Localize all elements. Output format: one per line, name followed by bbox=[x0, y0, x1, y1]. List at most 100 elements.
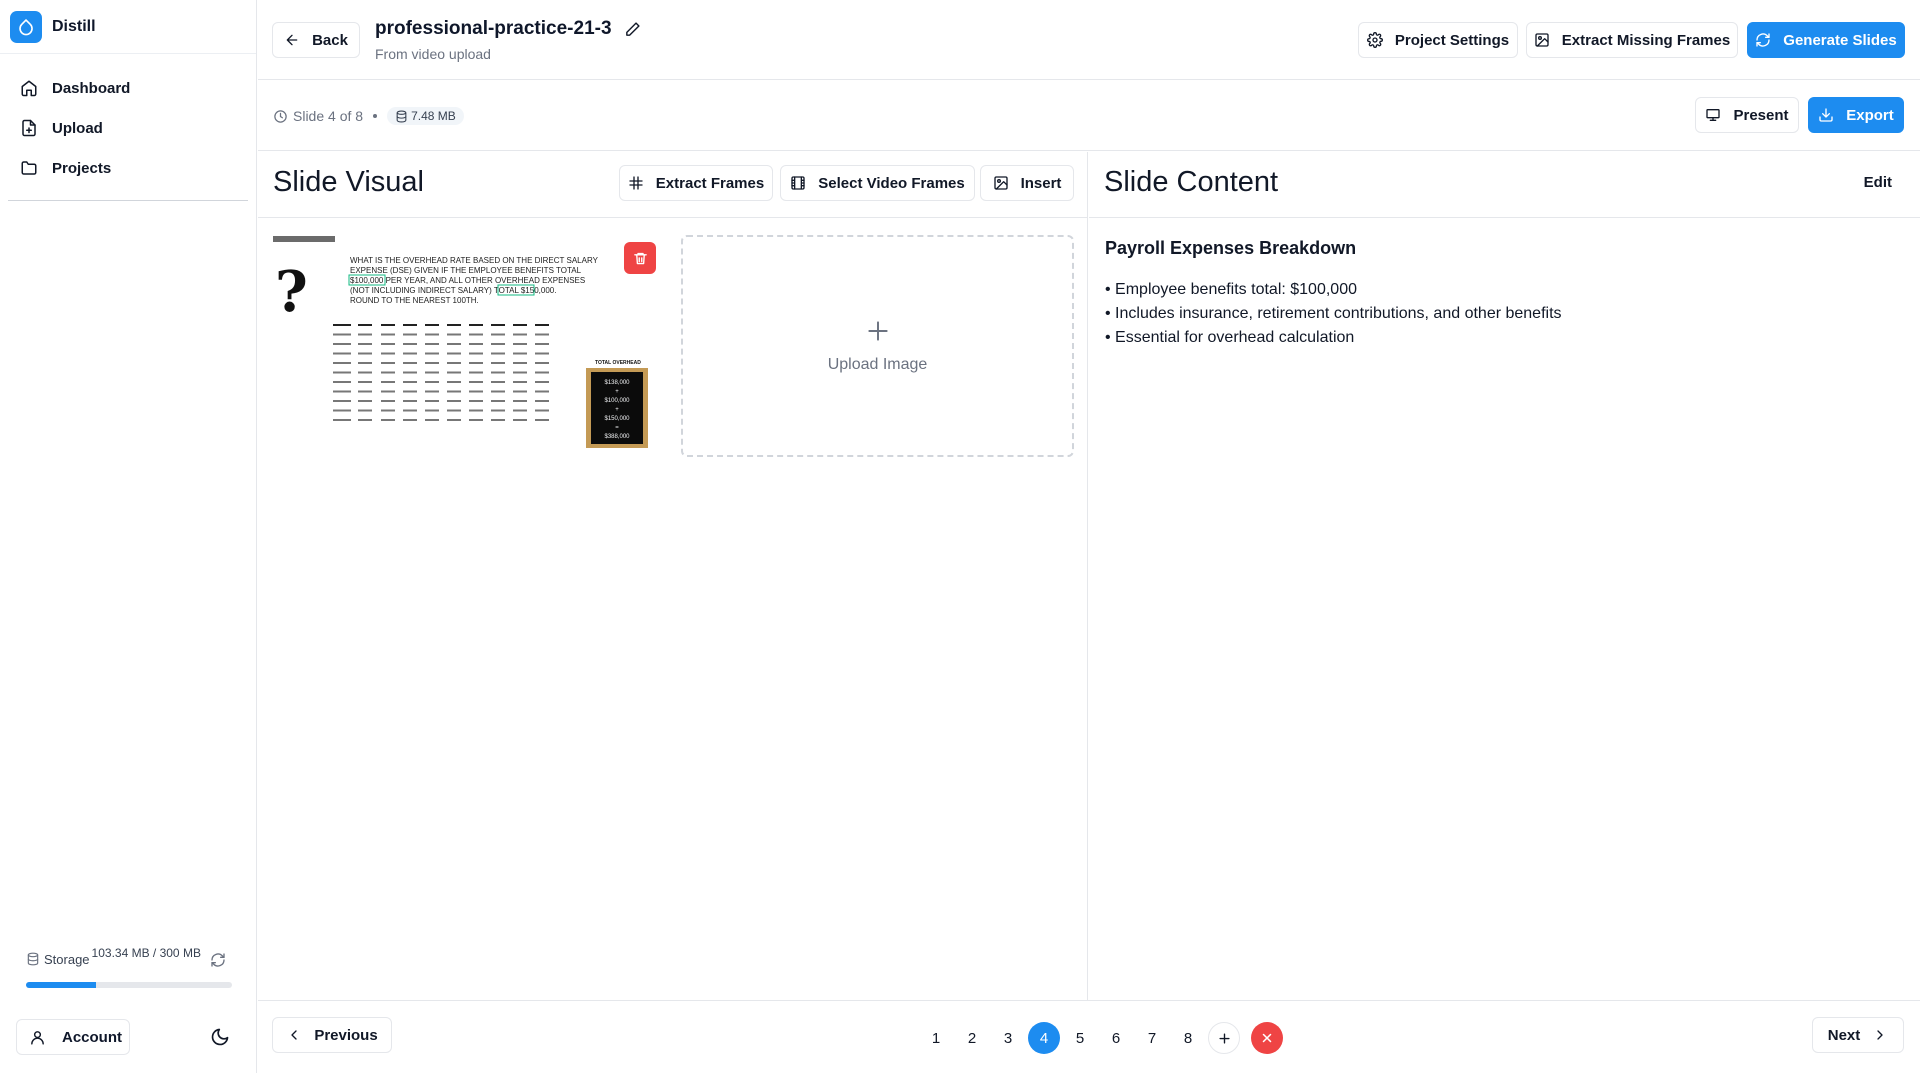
account-button[interactable]: Account bbox=[16, 1019, 130, 1055]
file-size: 7.48 MB bbox=[411, 109, 456, 123]
table-cell bbox=[513, 352, 527, 355]
page-6-button[interactable]: 6 bbox=[1100, 1022, 1132, 1054]
extract-missing-frames-button[interactable]: Extract Missing Frames bbox=[1526, 22, 1738, 58]
chalkboard-line: + bbox=[615, 407, 619, 413]
table-cell bbox=[425, 390, 439, 393]
table-cell bbox=[535, 352, 549, 355]
file-plus-icon bbox=[22, 119, 36, 137]
table-cell bbox=[403, 381, 417, 383]
table-cell bbox=[358, 352, 372, 355]
app-name: Distill bbox=[52, 17, 96, 35]
page-5-button[interactable]: 5 bbox=[1064, 1022, 1096, 1054]
edit-button[interactable]: Edit bbox=[1864, 174, 1892, 191]
chevron-left-icon bbox=[291, 1030, 297, 1040]
next-button[interactable]: Next bbox=[1812, 1017, 1904, 1053]
table-cell bbox=[447, 371, 461, 374]
list-item: • Employee benefits total: $100,000 bbox=[1105, 281, 1357, 298]
account-label: Account bbox=[62, 1028, 122, 1046]
page-1-button[interactable]: 1 bbox=[920, 1022, 952, 1054]
table-cell bbox=[381, 371, 395, 374]
extract-frames-label: Extract Frames bbox=[655, 174, 765, 192]
table-cell bbox=[447, 381, 461, 383]
project-settings-button[interactable]: Project Settings bbox=[1358, 22, 1518, 58]
delete-slide-button[interactable] bbox=[1251, 1022, 1283, 1054]
chalkboard-line: $388,000 bbox=[604, 434, 630, 440]
page-7-button[interactable]: 7 bbox=[1136, 1022, 1168, 1054]
present-label: Present bbox=[1733, 106, 1789, 124]
page-2-button[interactable]: 2 bbox=[956, 1022, 988, 1054]
table-cell bbox=[535, 333, 549, 336]
table-cell bbox=[491, 390, 505, 393]
question-line-2: EXPENSE (DSE) GIVEN IF THE EMPLOYEE BENE… bbox=[350, 266, 582, 275]
project-subtitle: From video upload bbox=[375, 46, 491, 62]
crop-icon bbox=[629, 176, 643, 190]
delete-image-button[interactable] bbox=[624, 242, 656, 274]
export-button[interactable]: Export bbox=[1808, 97, 1904, 133]
table-cell bbox=[491, 419, 505, 421]
trash-icon bbox=[633, 252, 647, 264]
list-item: • Essential for overhead calculation bbox=[1105, 329, 1355, 346]
top-header: Back professional-practice-21-3 From vid… bbox=[258, 0, 1920, 80]
table-cell bbox=[358, 333, 372, 336]
select-video-frames-button[interactable]: Select Video Frames bbox=[780, 165, 975, 201]
slide-content-title: Slide Content bbox=[1104, 166, 1279, 198]
table-cell bbox=[425, 381, 439, 383]
presentation-icon bbox=[1706, 109, 1721, 121]
chalkboard-line: $138,000 bbox=[604, 380, 630, 386]
pagination-footer: Previous 1 2 3 4 5 6 7 8 Next bbox=[258, 1000, 1920, 1073]
table-cell bbox=[491, 409, 505, 412]
generate-slides-button[interactable]: Generate Slides bbox=[1747, 22, 1905, 58]
slide-info-bar: Slide 4 of 8 7.48 MB Present Export bbox=[258, 81, 1920, 151]
slide-thumbnail[interactable]: ? WHAT IS THE OVERHEAD RATE BASED ON THE… bbox=[273, 236, 653, 448]
sidebar-item-projects[interactable]: Projects bbox=[8, 148, 248, 188]
table-cell bbox=[358, 343, 372, 345]
back-button[interactable]: Back bbox=[272, 22, 360, 58]
plus-icon bbox=[867, 321, 888, 341]
table-cell bbox=[535, 409, 549, 412]
table-cell bbox=[333, 381, 351, 383]
table-cell bbox=[491, 343, 505, 345]
table-cell bbox=[381, 333, 395, 336]
page-4-button[interactable]: 4 bbox=[1028, 1022, 1060, 1054]
moon-icon[interactable] bbox=[210, 1027, 230, 1047]
image-icon bbox=[993, 176, 1008, 190]
chalkboard-line: = bbox=[615, 425, 619, 431]
table-cell bbox=[491, 381, 505, 383]
slide-visual-panel: Slide Visual Extract Frames Select Video… bbox=[258, 152, 1088, 1000]
table-cell bbox=[513, 409, 527, 412]
table-cell bbox=[513, 390, 527, 393]
table-cell bbox=[535, 371, 549, 374]
page-8-button[interactable]: 8 bbox=[1172, 1022, 1204, 1054]
droplet-icon bbox=[10, 10, 42, 43]
table-cell bbox=[447, 409, 461, 412]
previous-button[interactable]: Previous bbox=[272, 1017, 392, 1053]
table-cell bbox=[333, 333, 351, 336]
table-cell bbox=[403, 333, 417, 336]
table-cell bbox=[535, 343, 549, 345]
question-line-5: ROUND TO THE NEAREST 100TH. bbox=[350, 296, 479, 305]
extract-frames-button[interactable]: Extract Frames bbox=[619, 165, 773, 201]
storage-progress bbox=[26, 982, 232, 988]
project-title: professional-practice-21-3 bbox=[375, 18, 612, 39]
sidebar-item-label: Upload bbox=[52, 119, 103, 137]
sidebar-item-dashboard[interactable]: Dashboard bbox=[8, 68, 248, 108]
pencil-icon[interactable] bbox=[624, 21, 641, 38]
image-icon bbox=[1535, 33, 1549, 47]
upload-image-dropzone[interactable]: Upload Image bbox=[681, 235, 1074, 457]
storage-label: Storage bbox=[44, 952, 90, 967]
extract-missing-label: Extract Missing Frames bbox=[1561, 31, 1731, 49]
question-line-1: WHAT IS THE OVERHEAD RATE BASED ON THE D… bbox=[350, 256, 599, 265]
table-cell bbox=[358, 409, 372, 412]
add-slide-button[interactable] bbox=[1208, 1022, 1240, 1054]
refresh-icon[interactable] bbox=[210, 952, 226, 968]
insert-button[interactable]: Insert bbox=[980, 165, 1074, 201]
sidebar-item-upload[interactable]: Upload bbox=[8, 108, 248, 148]
board-title: TOTAL OVERHEAD bbox=[595, 360, 641, 366]
table-cell bbox=[491, 371, 505, 374]
present-button[interactable]: Present bbox=[1695, 97, 1799, 133]
brand[interactable]: Distill bbox=[0, 0, 256, 54]
table-cell bbox=[403, 419, 417, 421]
table-cell bbox=[333, 362, 351, 364]
page-3-button[interactable]: 3 bbox=[992, 1022, 1024, 1054]
page-title: professional-practice-21-3 bbox=[375, 18, 641, 40]
